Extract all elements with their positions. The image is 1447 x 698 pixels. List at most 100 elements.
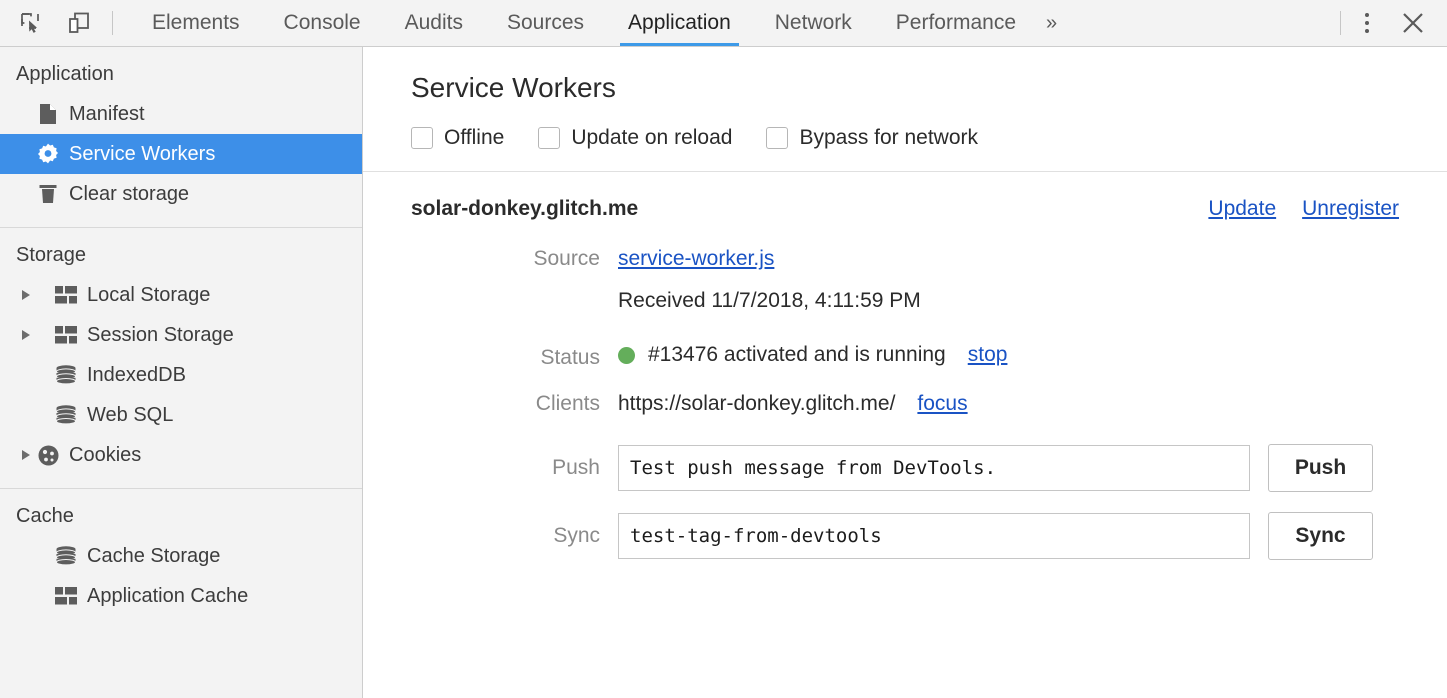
checkbox-box[interactable] bbox=[538, 127, 560, 149]
service-workers-header: Service Workers Offline Update on reload… bbox=[363, 47, 1447, 150]
tab-audits[interactable]: Audits bbox=[383, 0, 485, 46]
toolbar-icon-group bbox=[0, 0, 94, 46]
sidebar-item-label: Clear storage bbox=[69, 183, 189, 206]
application-sidebar: Application Manifest bbox=[0, 47, 363, 698]
devtools-toolbar: Elements Console Audits Sources Applicat… bbox=[0, 0, 1447, 47]
tab-network[interactable]: Network bbox=[753, 0, 874, 46]
sync-label: Sync bbox=[411, 524, 618, 548]
sidebar-section-title: Application bbox=[0, 59, 362, 94]
tab-performance[interactable]: Performance bbox=[874, 0, 1038, 46]
sidebar-item-cookies[interactable]: Cookies bbox=[0, 435, 362, 475]
tab-label: Audits bbox=[405, 11, 463, 35]
sidebar-section-application: Application Manifest bbox=[0, 47, 362, 227]
clients-label: Clients bbox=[411, 392, 618, 416]
more-vertical-icon[interactable] bbox=[1353, 8, 1381, 38]
toolbar-divider-right bbox=[1340, 11, 1341, 35]
sidebar-item-indexeddb[interactable]: IndexedDB bbox=[0, 355, 362, 395]
push-label: Push bbox=[411, 456, 618, 480]
source-row: Source service-worker.js Received 11/7/2… bbox=[411, 247, 1399, 313]
chevron-right-icon[interactable] bbox=[16, 330, 36, 340]
toolbar-divider bbox=[112, 11, 113, 35]
status-label: Status bbox=[411, 346, 618, 370]
sidebar-item-cache-storage[interactable]: Cache Storage bbox=[0, 536, 362, 576]
toolbar-right-group bbox=[1328, 0, 1447, 46]
service-workers-panel: Service Workers Offline Update on reload… bbox=[363, 47, 1447, 698]
sidebar-item-clear-storage[interactable]: Clear storage bbox=[0, 174, 362, 214]
database-icon bbox=[54, 403, 78, 427]
sync-row: Sync Sync bbox=[411, 512, 1399, 560]
sidebar-item-local-storage[interactable]: Local Storage bbox=[0, 275, 362, 315]
sidebar-item-label: Session Storage bbox=[87, 324, 234, 347]
status-indicator-icon bbox=[618, 347, 635, 364]
sidebar-item-label: Cookies bbox=[69, 444, 141, 467]
sidebar-item-service-workers[interactable]: Service Workers bbox=[0, 134, 362, 174]
sidebar-item-web-sql[interactable]: Web SQL bbox=[0, 395, 362, 435]
sidebar-item-label: Web SQL bbox=[87, 404, 173, 427]
checkbox-label: Bypass for network bbox=[799, 126, 978, 150]
sidebar-section-title: Storage bbox=[0, 240, 362, 275]
table-icon bbox=[54, 323, 78, 347]
tab-sources[interactable]: Sources bbox=[485, 0, 606, 46]
clients-row: Clients https://solar-donkey.glitch.me/ … bbox=[411, 392, 1399, 416]
sidebar-item-session-storage[interactable]: Session Storage bbox=[0, 315, 362, 355]
inspect-element-icon[interactable] bbox=[16, 8, 46, 38]
tab-label: Performance bbox=[896, 11, 1016, 35]
bypass-for-network-checkbox[interactable]: Bypass for network bbox=[766, 126, 978, 150]
checkbox-label: Update on reload bbox=[571, 126, 732, 150]
update-button[interactable]: Update bbox=[1208, 197, 1276, 221]
more-tabs-icon[interactable]: » bbox=[1038, 0, 1073, 46]
devtools-body: Application Manifest bbox=[0, 47, 1447, 698]
unregister-button[interactable]: Unregister bbox=[1302, 197, 1399, 221]
source-file-link[interactable]: service-worker.js bbox=[618, 247, 774, 270]
sidebar-section-cache: Cache Cache Stor bbox=[0, 488, 362, 629]
device-toolbar-icon[interactable] bbox=[64, 8, 94, 38]
focus-button[interactable]: focus bbox=[917, 392, 967, 416]
source-received-text: Received 11/7/2018, 4:11:59 PM bbox=[618, 289, 921, 313]
sidebar-section-storage: Storage Local Storage bbox=[0, 227, 362, 488]
status-row: Status #13476 activated and is running s… bbox=[411, 343, 1399, 370]
update-on-reload-checkbox[interactable]: Update on reload bbox=[538, 126, 732, 150]
panel-tabs: Elements Console Audits Sources Applicat… bbox=[130, 0, 1073, 46]
push-row: Push Push bbox=[411, 444, 1399, 492]
offline-checkbox[interactable]: Offline bbox=[411, 126, 504, 150]
chevron-right-icon[interactable] bbox=[16, 290, 36, 300]
tab-label: Console bbox=[284, 11, 361, 35]
cookie-icon bbox=[36, 443, 60, 467]
status-text: #13476 activated and is running bbox=[648, 343, 946, 367]
origin-label: solar-donkey.glitch.me bbox=[411, 197, 638, 221]
sidebar-section-title: Cache bbox=[0, 501, 362, 536]
push-input[interactable] bbox=[618, 445, 1250, 491]
close-icon[interactable] bbox=[1393, 6, 1433, 40]
database-icon bbox=[54, 544, 78, 568]
push-button[interactable]: Push bbox=[1268, 444, 1373, 492]
table-icon bbox=[54, 584, 78, 608]
tab-label: Sources bbox=[507, 11, 584, 35]
tab-application[interactable]: Application bbox=[606, 0, 753, 46]
sidebar-item-label: IndexedDB bbox=[87, 364, 186, 387]
service-worker-origin-row: solar-donkey.glitch.me Update Unregister bbox=[411, 197, 1399, 221]
service-worker-entry: solar-donkey.glitch.me Update Unregister… bbox=[363, 172, 1447, 560]
sidebar-item-application-cache[interactable]: Application Cache bbox=[0, 576, 362, 616]
checkbox-box[interactable] bbox=[411, 127, 433, 149]
database-icon bbox=[54, 363, 78, 387]
page-title: Service Workers bbox=[411, 72, 1447, 104]
checkbox-box[interactable] bbox=[766, 127, 788, 149]
sync-button[interactable]: Sync bbox=[1268, 512, 1373, 560]
tab-console[interactable]: Console bbox=[262, 0, 383, 46]
chevron-right-icon[interactable] bbox=[16, 450, 36, 460]
sidebar-item-manifest[interactable]: Manifest bbox=[0, 94, 362, 134]
tab-label: Elements bbox=[152, 11, 240, 35]
checkbox-label: Offline bbox=[444, 126, 504, 150]
stop-button[interactable]: stop bbox=[968, 343, 1008, 367]
devtools-window: Elements Console Audits Sources Applicat… bbox=[0, 0, 1447, 698]
table-icon bbox=[54, 283, 78, 307]
trash-icon bbox=[36, 182, 60, 206]
client-url: https://solar-donkey.glitch.me/ bbox=[618, 392, 895, 416]
sync-input[interactable] bbox=[618, 513, 1250, 559]
tab-elements[interactable]: Elements bbox=[130, 0, 262, 46]
source-label: Source bbox=[411, 247, 618, 271]
tab-label: Network bbox=[775, 11, 852, 35]
service-worker-options: Offline Update on reload Bypass for netw… bbox=[411, 126, 1447, 150]
source-value: service-worker.js Received 11/7/2018, 4:… bbox=[618, 247, 921, 313]
gear-icon bbox=[36, 142, 60, 166]
